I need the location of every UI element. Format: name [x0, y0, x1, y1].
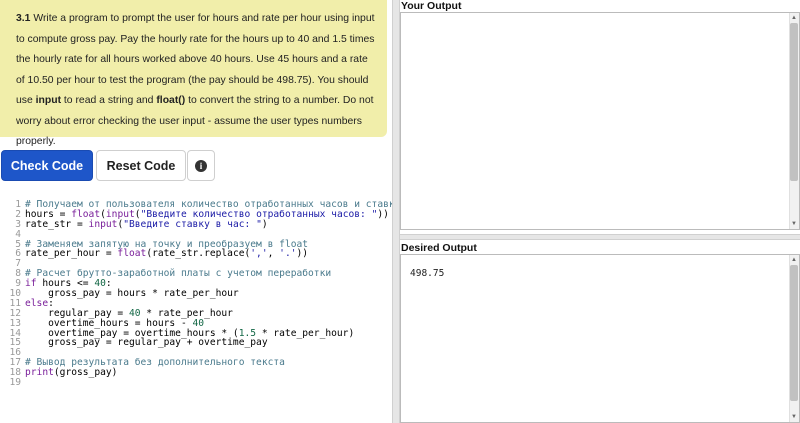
desired-output-scrollbar[interactable]: ▲ ▼: [789, 255, 799, 422]
code-editor[interactable]: 1 # Получаем от пользователя количество о…: [0, 193, 392, 423]
desired-output-text: 498.75: [410, 268, 445, 279]
code-line[interactable]: 19: [0, 378, 392, 388]
scroll-thumb[interactable]: [790, 265, 798, 401]
horizontal-splitter[interactable]: [400, 234, 800, 240]
right-pane: Your Output ▲ ▼ Desired Output 498.75 ▲ …: [400, 0, 800, 423]
your-output-scrollbar[interactable]: ▲ ▼: [789, 13, 799, 229]
reset-code-button[interactable]: Reset Code: [96, 150, 186, 181]
desired-output-title: Desired Output: [401, 242, 477, 254]
instructions-keyword-float: float(): [156, 95, 186, 106]
code-text[interactable]: rate_str = input("Введите ставку в час: …: [25, 219, 268, 230]
left-pane: 3.1 Write a program to prompt the user f…: [0, 0, 392, 423]
instructions-text-1: Write a program to prompt the user for h…: [16, 13, 375, 106]
info-icon: i: [195, 159, 207, 172]
code-line[interactable]: 6 rate_per_hour = float(rate_str.replace(…: [0, 249, 392, 259]
line-number: 19: [9, 377, 21, 389]
vertical-splitter[interactable]: [392, 0, 400, 423]
your-output-title: Your Output: [401, 0, 462, 12]
info-button[interactable]: i: [187, 150, 215, 181]
problem-instructions: 3.1 Write a program to prompt the user f…: [0, 0, 387, 147]
check-code-button[interactable]: Check Code: [1, 150, 93, 181]
code-line[interactable]: 10 gross_pay = hours * rate_per_hour: [0, 289, 392, 299]
scroll-up-icon[interactable]: ▲: [790, 14, 798, 22]
your-output-box[interactable]: ▲ ▼: [400, 12, 800, 230]
code-text[interactable]: gross_pay = regular_pay + overtime_pay: [25, 338, 268, 348]
problem-number: 3.1: [16, 13, 31, 24]
code-line[interactable]: 18 print(gross_pay): [0, 368, 392, 378]
scroll-thumb[interactable]: [790, 23, 798, 181]
code-text[interactable]: gross_pay = hours * rate_per_hour: [25, 289, 239, 299]
scroll-up-icon[interactable]: ▲: [790, 256, 798, 264]
instructions-keyword-input: input: [35, 95, 62, 106]
instructions-text-2: to read a string and: [61, 95, 157, 106]
desired-output-box: 498.75 ▲ ▼: [400, 254, 800, 423]
code-line[interactable]: 15 gross_pay = regular_pay + overtime_pa…: [0, 338, 392, 348]
code-text[interactable]: rate_per_hour = float(rate_str.replace('…: [25, 249, 308, 259]
scroll-down-icon[interactable]: ▼: [790, 413, 798, 421]
scroll-down-icon[interactable]: ▼: [790, 220, 798, 228]
code-text[interactable]: print(gross_pay): [25, 368, 117, 378]
code-line[interactable]: 3 rate_str = input("Введите ставку в час:…: [0, 219, 392, 230]
